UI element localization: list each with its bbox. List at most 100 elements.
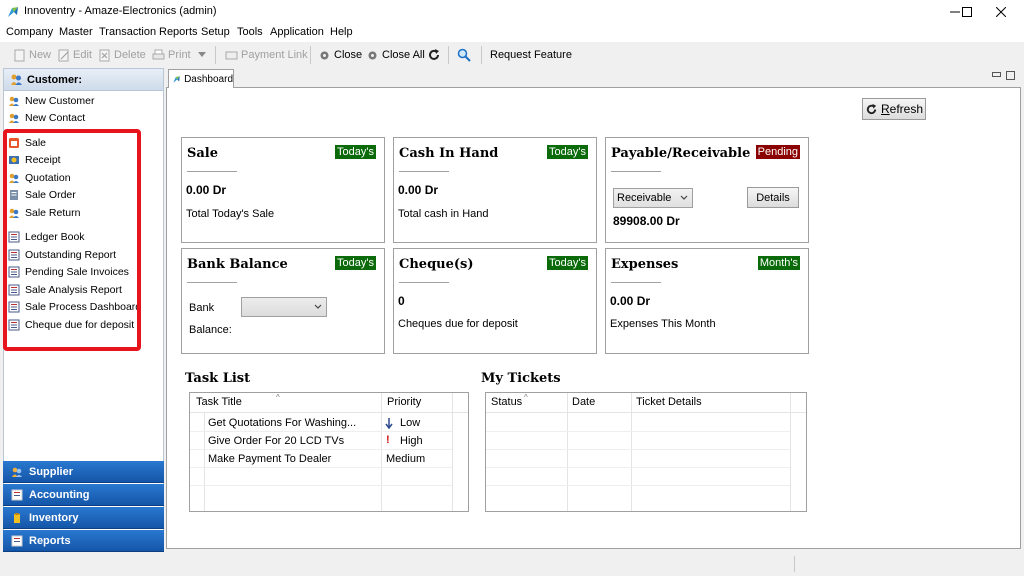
card-subtitle: Cheques due for deposit [398,318,518,330]
table-header: Task Title ^ Priority [190,393,468,413]
card-value: 0.00 Dr [610,294,651,308]
chevron-down-icon [314,304,322,309]
sidebar-item-new-customer[interactable]: New Customer [8,93,94,109]
menu-master[interactable]: Master [59,26,93,38]
payable-receivable-select[interactable]: Receivable [613,188,693,208]
print-button[interactable]: Print [152,47,191,63]
customer-icon [9,96,19,106]
request-feature-button[interactable]: Request Feature [490,47,572,63]
title-bar: Innoventry - Amaze-Electronics (admin) [0,0,1024,24]
my-tickets-title: My Tickets [481,371,561,386]
task-title-cell: Give Order For 20 LCD TVs [208,435,345,447]
column-header-status[interactable]: Status [491,396,522,408]
bank-label: Bank [189,302,215,314]
delete-button[interactable]: Delete [98,47,146,63]
section-label: Supplier [29,465,74,478]
menu-application[interactable]: Application [270,26,324,38]
close-gear-icon [320,51,329,59]
payment-link-icon [225,51,238,59]
menu-company[interactable]: Company [6,26,53,38]
chevron-down-icon [680,195,688,200]
section-label: Inventory [29,511,79,524]
card-value: 0 [398,294,405,308]
cheques-card: Cheque(s) Today's 0 Cheques due for depo… [393,248,597,354]
card-divider [399,282,449,283]
refresh-icon [866,103,877,114]
inventory-icon [14,512,20,523]
column-divider [452,393,453,511]
card-value: 0.00 Dr [398,183,439,197]
sidebar-section-inventory[interactable]: Inventory [3,507,164,529]
row-divider [190,485,452,486]
customer-panel-header[interactable]: Customer: [4,69,163,91]
tab-strip: Dashboard [166,68,1021,88]
menu-setup[interactable]: Setup [201,26,230,38]
app-logo-icon [8,7,18,17]
print-label: Print [168,49,191,61]
table-header: Status ^ Date Ticket Details [486,393,806,413]
new-label: New [29,49,52,61]
details-button[interactable]: Details [747,187,799,208]
status-badge: Today's [335,256,376,270]
section-label: Accounting [29,488,90,501]
priority-cell: High [400,435,423,447]
row-divider [190,449,452,450]
column-header-ticket-details[interactable]: Ticket Details [636,396,702,408]
card-title: Bank Balance [187,257,288,272]
print-dropdown[interactable] [198,47,206,63]
maximize-icon [962,7,972,17]
new-button[interactable]: New [13,47,51,63]
toolbar-separator [448,46,449,64]
dashboard-tab-icon [173,75,180,83]
sidebar-section-reports[interactable]: Reports [3,530,164,552]
accounting-icon [11,489,23,500]
menu-help[interactable]: Help [330,26,353,38]
card-divider [187,171,237,172]
menu-reports[interactable]: Reports [159,26,198,38]
refresh-button[interactable]: Refresh [862,98,926,120]
row-divider [486,485,790,486]
row-divider [486,467,790,468]
sidebar-section-supplier[interactable]: Supplier [3,461,164,483]
column-header-priority[interactable]: Priority [387,396,421,408]
search-button[interactable] [457,47,471,63]
sidebar-item-new-contact[interactable]: New Contact [8,110,85,126]
section-label: Reports [29,534,71,547]
tab-dashboard[interactable]: Dashboard [168,69,234,88]
bank-balance-card: Bank Balance Today's Bank Balance: [181,248,385,354]
row-header-divider [204,413,205,511]
reload-icon [429,49,439,60]
close-tab-button[interactable]: Close [318,47,362,63]
column-header-date[interactable]: Date [572,396,595,408]
priority-cell: Medium [386,453,426,465]
card-subtitle: Total cash in Hand [398,208,489,220]
window-title: Innoventry - Amaze-Electronics (admin) [24,5,217,17]
tab-minimize-button[interactable] [992,72,1001,77]
card-title: Cheque(s) [399,257,474,272]
menu-transaction[interactable]: Transaction [99,26,156,38]
close-window-button[interactable] [978,0,1024,24]
edit-button[interactable]: Edit [57,47,92,63]
expenses-card: Expenses Month's 0.00 Dr Expenses This M… [605,248,809,354]
menu-tools[interactable]: Tools [237,26,263,38]
sidebar-section-accounting[interactable]: Accounting [3,484,164,506]
status-badge: Today's [547,145,588,159]
close-label: Close [334,49,363,61]
payable-receivable-card: Payable/Receivable Pending Receivable De… [605,137,809,243]
sort-asc-icon: ^ [276,393,280,402]
bank-select[interactable] [241,297,327,317]
column-header-task-title[interactable]: Task Title [196,396,242,408]
close-all-button[interactable]: Close All [366,47,425,63]
toolbar-separator [215,46,216,64]
supplier-icon [12,467,22,477]
toolbar-separator [481,46,482,64]
new-document-icon [14,49,25,61]
row-divider [486,449,790,450]
payment-link-button[interactable]: Payment Link [225,47,308,63]
tab-maximize-button[interactable] [1006,71,1015,80]
card-title: Payable/Receivable [611,146,751,161]
reload-button[interactable] [427,47,441,63]
exclamation-icon: ! [386,434,390,446]
customer-panel-title: Customer: [27,73,83,86]
column-divider [567,393,568,511]
